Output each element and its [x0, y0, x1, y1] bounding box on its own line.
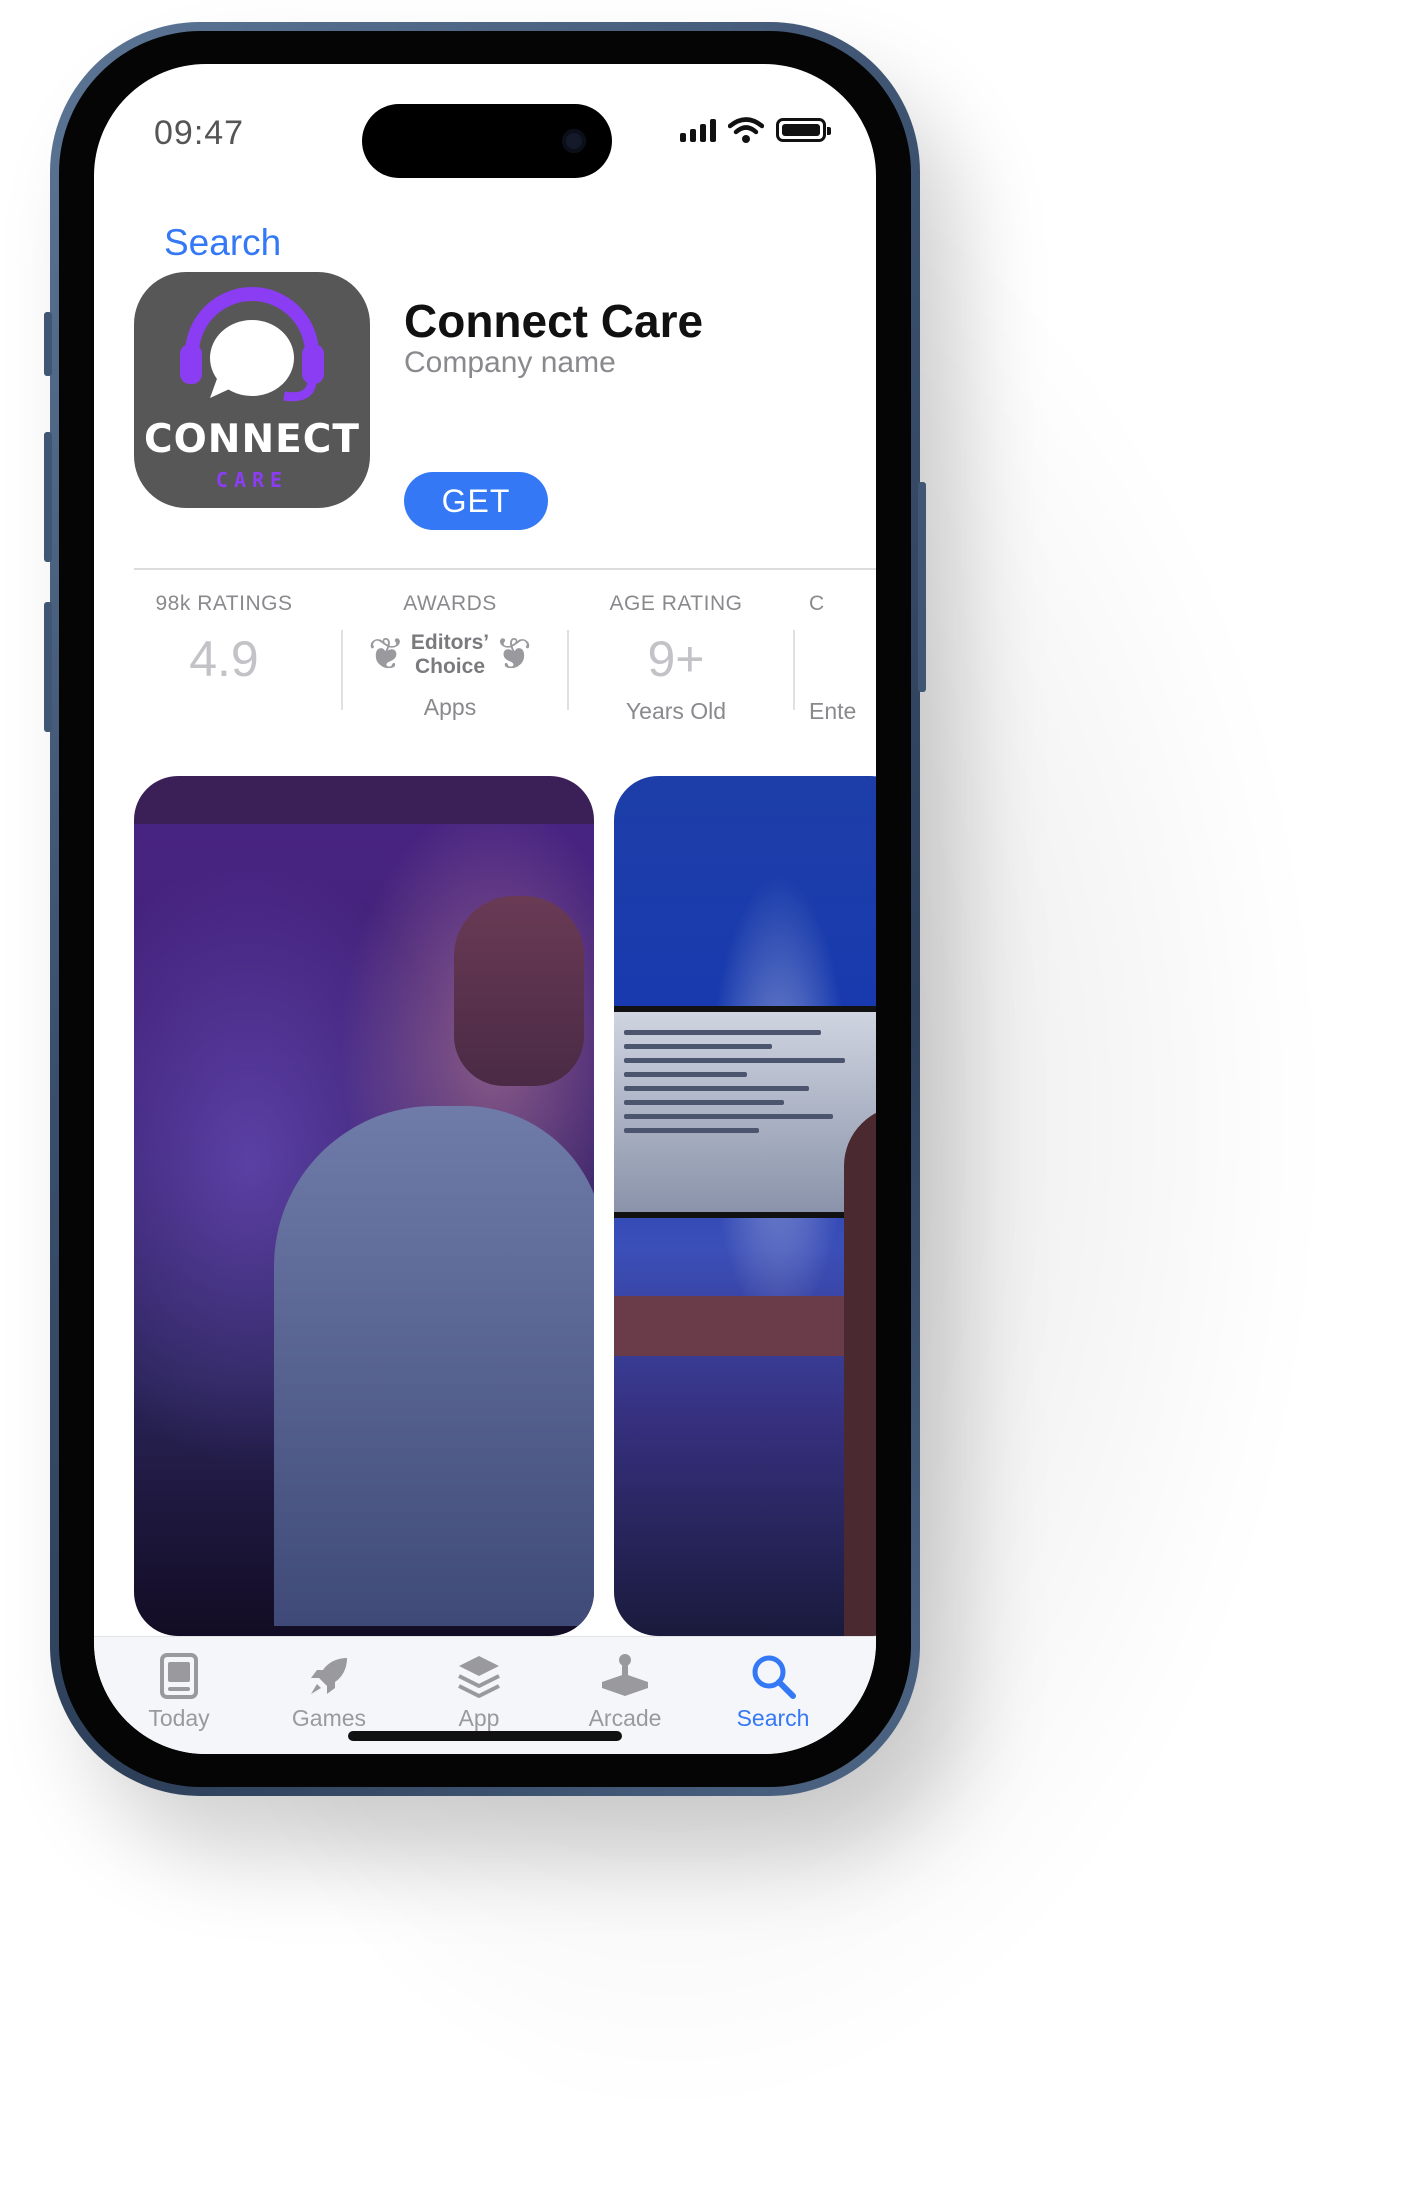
tab-games[interactable]: Games [264, 1649, 394, 1732]
power-button [918, 482, 926, 692]
wifi-icon [728, 117, 764, 143]
category-sub: Ente [809, 698, 857, 724]
tab-apps[interactable]: App [414, 1649, 544, 1732]
stat-label: 98k RATINGS [155, 592, 293, 615]
desk-image [614, 1296, 876, 1356]
tab-label: Games [291, 1705, 367, 1731]
laurel-left-icon: ❦ [368, 630, 405, 679]
dynamic-island [362, 104, 612, 178]
laurel-right-icon: ❦ [495, 630, 532, 679]
battery-icon [776, 118, 831, 142]
age-sub: Years Old [625, 698, 727, 724]
category-stat[interactable]: C 0 Ente [809, 592, 876, 725]
rocket-icon [311, 1658, 347, 1694]
search-icon [752, 1655, 796, 1699]
tab-label: App [458, 1705, 500, 1731]
cellular-signal-icon [680, 118, 716, 142]
tab-label: Search [736, 1705, 810, 1731]
app-company[interactable]: Company name [404, 346, 616, 380]
stat-separator [341, 630, 343, 710]
stat-label: AGE RATING [609, 592, 743, 615]
agent-figure [274, 1106, 594, 1626]
today-icon [160, 1653, 198, 1699]
tab-label: Arcade [588, 1705, 662, 1731]
header-divider [134, 568, 876, 570]
tab-arcade[interactable]: Arcade [560, 1649, 690, 1732]
stat-separator [567, 630, 569, 710]
stat-label: C [809, 592, 825, 615]
volume-down-button [44, 602, 52, 732]
awards-stat[interactable]: AWARDS ❦ Editors’ Choice ❦ Apps [345, 592, 555, 721]
stat-separator [793, 630, 795, 710]
volume-up-button [44, 432, 52, 562]
phone-frame: 09:47 Search CONNECT CARE Connect Care C… [44, 22, 926, 1796]
app-store-screen: 09:47 Search CONNECT CARE Connect Care C… [94, 64, 876, 1754]
age-rating-stat[interactable]: AGE RATING 9+ Years Old [571, 592, 781, 725]
age-value: 9+ [647, 631, 705, 687]
award-category: Apps [423, 694, 477, 720]
camera-icon [562, 129, 586, 153]
app-title: Connect Care [404, 295, 704, 347]
status-icons [680, 116, 831, 144]
icon-subword: CARE [215, 468, 289, 492]
person-hair-image [844, 1106, 876, 1636]
ratings-stat[interactable]: 98k RATINGS 4.9 [119, 592, 329, 688]
tab-search[interactable]: Search [708, 1649, 838, 1732]
status-time: 09:47 [154, 114, 245, 152]
award-line2: Choice [414, 655, 485, 678]
tab-label: Today [148, 1705, 210, 1731]
stat-label: AWARDS [403, 592, 497, 615]
get-button[interactable]: GET [404, 472, 548, 530]
tab-today[interactable]: Today [114, 1649, 244, 1732]
mute-switch [44, 312, 52, 376]
screenshot-1[interactable] [134, 776, 594, 1636]
screenshot-2[interactable] [614, 776, 876, 1636]
joystick-icon [602, 1654, 648, 1696]
editors-choice-badge: ❦ Editors’ Choice ❦ [345, 626, 555, 684]
home-indicator[interactable] [348, 1731, 622, 1741]
layers-icon [458, 1656, 500, 1698]
monitor-image [614, 1006, 876, 1218]
back-to-search-link[interactable]: Search [164, 222, 281, 264]
award-line1: Editors’ [410, 631, 490, 654]
rating-value: 4.9 [189, 631, 259, 687]
agent-head [454, 896, 584, 1086]
app-icon: CONNECT CARE [134, 272, 370, 508]
headset-chat-icon [180, 287, 324, 402]
icon-wordmark: CONNECT [144, 417, 360, 462]
